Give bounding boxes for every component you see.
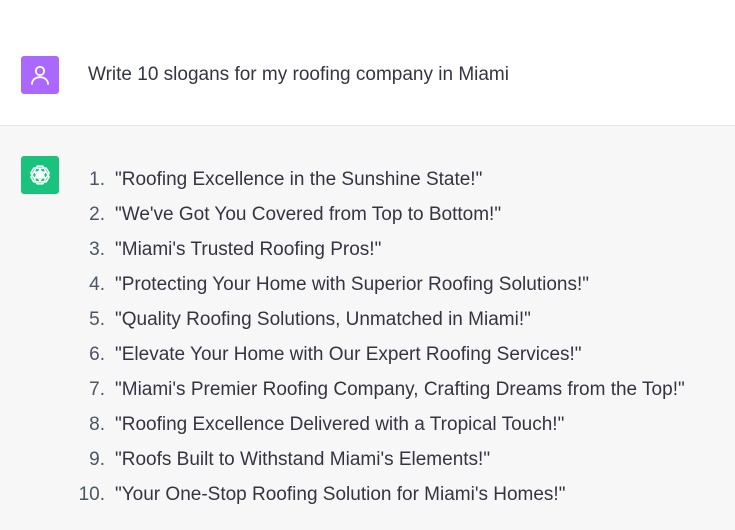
list-item: 9. "Roofs Built to Withstand Miami's Elem… — [72, 442, 685, 477]
list-item-text: "Roofs Built to Withstand Miami's Elemen… — [115, 448, 491, 470]
list-item: 8. "Roofing Excellence Delivered with a T… — [72, 407, 685, 442]
list-item-text: "We've Got You Covered from Top to Botto… — [115, 203, 502, 225]
openai-logo-icon — [30, 165, 50, 185]
list-item: 7. "Miami's Premier Roofing Company, Craf… — [72, 372, 685, 407]
list-item-text: "Quality Roofing Solutions, Unmatched in… — [115, 308, 531, 330]
list-item-text: "Miami's Trusted Roofing Pros!" — [115, 238, 382, 260]
list-item-number: 6. — [89, 343, 105, 365]
list-item-text: "Roofing Excellence Delivered with a Tro… — [115, 413, 565, 435]
list-item-number: 2. — [89, 203, 105, 225]
list-item: 4. "Protecting Your Home with Superior Ro… — [72, 267, 685, 302]
list-item-number: 4. — [89, 273, 105, 295]
list-item-number: 9. — [89, 448, 105, 470]
list-item: 3. "Miami's Trusted Roofing Pros!" — [72, 232, 685, 267]
list-item-number: 7. — [89, 378, 105, 400]
list-item-number: 1. — [89, 168, 105, 190]
list-item-text: "Roofing Excellence in the Sunshine Stat… — [115, 168, 483, 190]
user-message-row: Write 10 slogans for my roofing company … — [0, 0, 735, 126]
slogan-list: 1. "Roofing Excellence in the Sunshine St… — [72, 162, 685, 512]
list-item: 10. "Your One-Stop Roofing Solution for M… — [72, 477, 685, 512]
list-item: 5. "Quality Roofing Solutions, Unmatched … — [72, 302, 685, 337]
list-item: 1. "Roofing Excellence in the Sunshine St… — [72, 162, 685, 197]
user-avatar — [21, 56, 59, 94]
user-message-text: Write 10 slogans for my roofing company … — [88, 64, 509, 85]
list-item-number: 5. — [89, 308, 105, 330]
list-item-text: "Your One-Stop Roofing Solution for Miam… — [115, 483, 566, 505]
list-item-text: "Protecting Your Home with Superior Roof… — [115, 273, 589, 295]
list-item: 6. "Elevate Your Home with Our Expert Roo… — [72, 337, 685, 372]
list-item-number: 8. — [89, 413, 105, 435]
list-item-number: 10. — [78, 483, 105, 505]
list-item-text: "Elevate Your Home with Our Expert Roofi… — [115, 343, 582, 365]
chat-thread: Write 10 slogans for my roofing company … — [0, 0, 735, 530]
list-item-text: "Miami's Premier Roofing Company, Crafti… — [115, 378, 685, 400]
user-icon — [31, 65, 49, 85]
assistant-message-row: 1. "Roofing Excellence in the Sunshine St… — [0, 126, 735, 530]
list-item-number: 3. — [89, 238, 105, 260]
assistant-avatar — [21, 156, 59, 194]
list-item: 2. "We've Got You Covered from Top to Bot… — [72, 197, 685, 232]
